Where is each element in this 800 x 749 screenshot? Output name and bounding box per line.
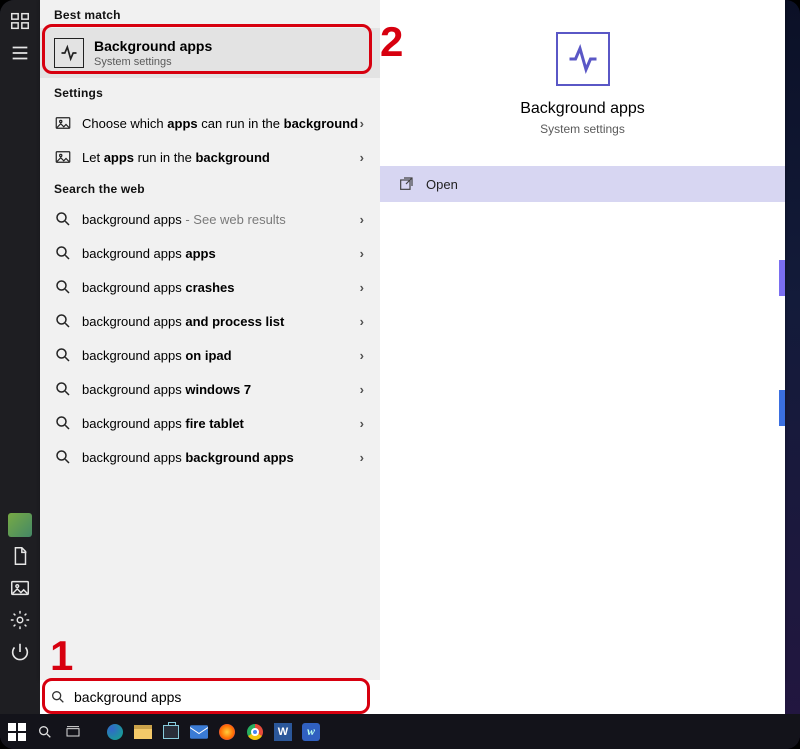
window-edge-accent	[779, 260, 785, 296]
edge-browser-icon[interactable]	[104, 721, 126, 743]
result-text: background apps crashes	[82, 280, 235, 295]
chevron-right-icon: ›	[360, 212, 364, 227]
web-search-result[interactable]: background apps crashes ›	[40, 270, 380, 304]
start-button[interactable]	[6, 721, 28, 743]
chevron-right-icon: ›	[360, 416, 364, 431]
result-text: background apps background apps	[82, 450, 294, 465]
search-results-column: Best match Background apps System settin…	[40, 0, 380, 680]
gear-icon[interactable]	[9, 609, 31, 631]
web-search-result[interactable]: background apps background apps ›	[40, 440, 380, 474]
web-search-result[interactable]: background apps apps ›	[40, 236, 380, 270]
web-search-result[interactable]: background apps on ipad ›	[40, 338, 380, 372]
search-web-header: Search the web	[40, 174, 380, 202]
search-query-text: background apps	[74, 689, 181, 705]
result-text: Let apps run in the background	[82, 150, 270, 165]
result-text: background apps apps	[82, 246, 216, 261]
word-icon[interactable]: W	[272, 721, 294, 743]
activity-icon	[54, 38, 84, 68]
open-action-row[interactable]: Open	[380, 166, 785, 202]
web-search-result[interactable]: background apps and process list ›	[40, 304, 380, 338]
taskbar: W w	[0, 714, 800, 749]
settings-result[interactable]: Let apps run in the background ›	[40, 140, 380, 174]
open-label: Open	[426, 177, 458, 192]
chrome-icon[interactable]	[244, 721, 266, 743]
result-text: background apps fire tablet	[82, 416, 244, 431]
best-match-title: Background apps	[94, 38, 212, 54]
pictures-icon[interactable]	[9, 577, 31, 599]
activity-icon	[556, 32, 610, 86]
chevron-right-icon: ›	[360, 116, 364, 131]
task-view-icon[interactable]	[62, 721, 84, 743]
result-text: background apps windows 7	[82, 382, 251, 397]
best-match-header: Best match	[40, 0, 380, 28]
user-avatar-icon[interactable]	[8, 513, 32, 537]
web-search-result[interactable]: background apps fire tablet ›	[40, 406, 380, 440]
preview-title: Background apps	[380, 100, 785, 118]
web-search-result[interactable]: background apps - See web results ›	[40, 202, 380, 236]
taskbar-search-input[interactable]: background apps	[40, 680, 785, 714]
result-text: background apps on ipad	[82, 348, 232, 363]
app-icon[interactable]: w	[300, 721, 322, 743]
microsoft-store-icon[interactable]	[160, 721, 182, 743]
chevron-right-icon: ›	[360, 280, 364, 295]
chevron-right-icon: ›	[360, 450, 364, 465]
chevron-right-icon: ›	[360, 246, 364, 261]
file-explorer-icon[interactable]	[132, 721, 154, 743]
result-text: background apps - See web results	[82, 212, 286, 227]
preview-subtitle: System settings	[380, 122, 785, 136]
settings-header: Settings	[40, 78, 380, 106]
search-icon[interactable]	[34, 721, 56, 743]
document-icon[interactable]	[9, 545, 31, 567]
best-match-subtitle: System settings	[94, 56, 212, 68]
chevron-right-icon: ›	[360, 314, 364, 329]
mail-icon[interactable]	[188, 721, 210, 743]
screenshot-root: Best match Background apps System settin…	[0, 0, 800, 749]
list-icon	[9, 42, 31, 64]
result-text: background apps and process list	[82, 314, 284, 329]
result-text: Choose which apps can run in the backgro…	[82, 116, 358, 131]
result-preview-pane: Background apps System settings Open	[380, 0, 785, 680]
web-search-result[interactable]: background apps windows 7 ›	[40, 372, 380, 406]
open-external-icon	[398, 176, 414, 192]
start-search-popup: Best match Background apps System settin…	[40, 0, 785, 680]
window-edge-accent	[779, 390, 785, 426]
best-match-result[interactable]: Background apps System settings	[40, 28, 380, 78]
search-icon	[50, 689, 66, 705]
chevron-right-icon: ›	[360, 150, 364, 165]
task-view-icon	[9, 10, 31, 32]
firefox-icon[interactable]	[216, 721, 238, 743]
chevron-right-icon: ›	[360, 348, 364, 363]
left-system-strip	[0, 0, 40, 715]
power-icon[interactable]	[9, 641, 31, 663]
chevron-right-icon: ›	[360, 382, 364, 397]
settings-result[interactable]: Choose which apps can run in the backgro…	[40, 106, 380, 140]
